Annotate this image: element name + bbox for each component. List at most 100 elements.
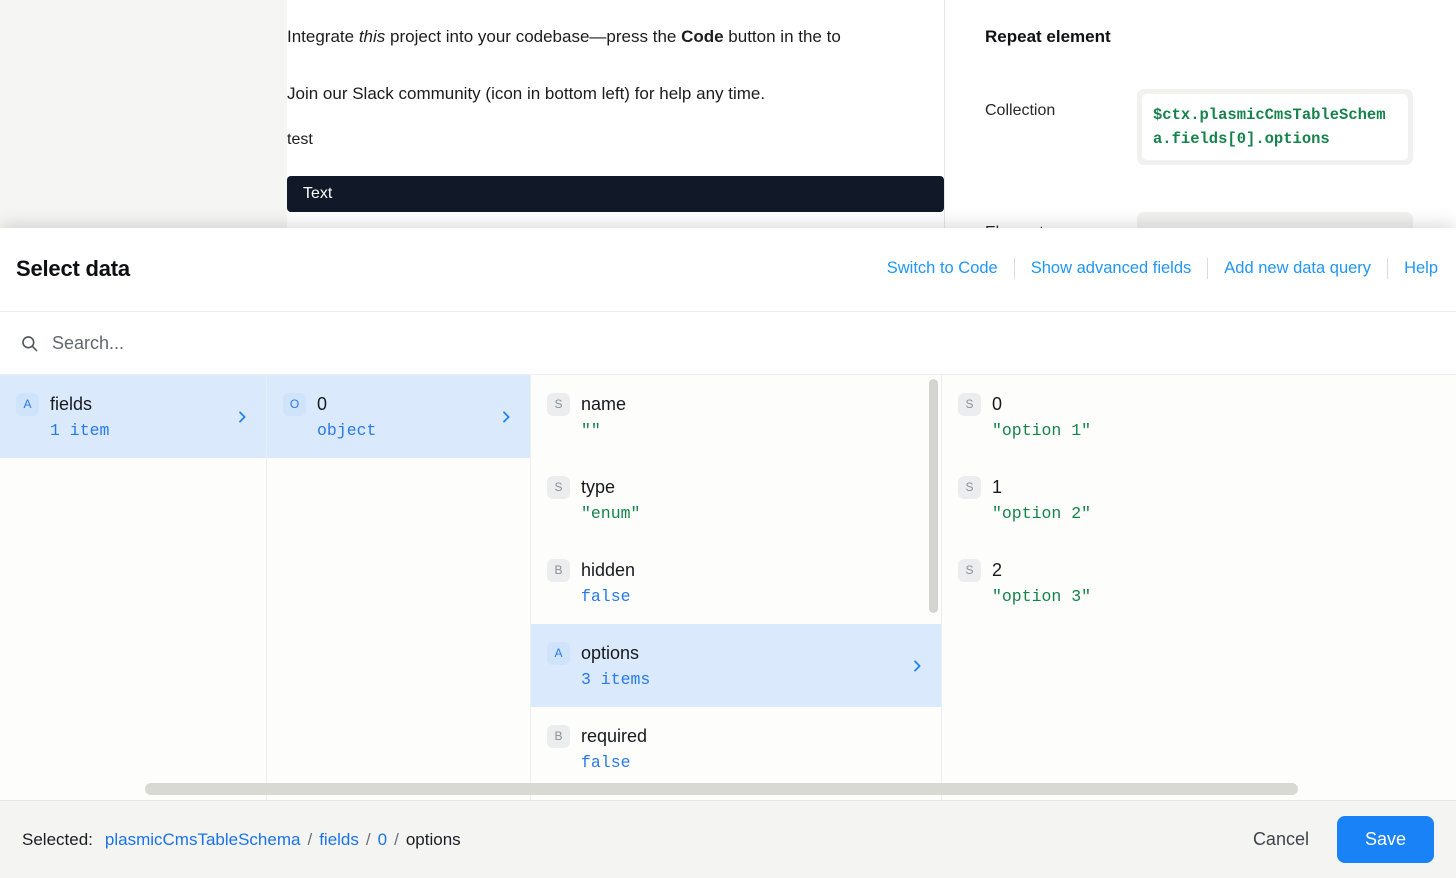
row-content: S 2 "option 3" [958, 558, 1390, 607]
type-badge-boolean: B [547, 558, 570, 582]
row-content: S 1 "option 2" [958, 475, 1390, 524]
canvas-paragraph-1: Integrate this project into your codebas… [287, 27, 841, 46]
canvas-paragraph-2: Join our Slack community (icon in bottom… [287, 84, 766, 103]
breadcrumb-item-schema[interactable]: plasmicCmsTableSchema [105, 830, 301, 850]
search-bar[interactable] [0, 312, 1456, 375]
row-value: false [581, 752, 631, 772]
row-key: required [581, 725, 648, 746]
column-field-props: S name "" S type "enum" B hidden false A… [531, 375, 942, 800]
row-content: A fields 1 item [16, 392, 224, 441]
chevron-right-icon [234, 409, 250, 425]
row-header: A options [547, 641, 899, 665]
list-item-fields[interactable]: A fields 1 item [0, 375, 266, 458]
type-badge-array: A [547, 641, 570, 665]
row-key: name [581, 393, 627, 414]
breadcrumb-separator: / [307, 829, 313, 849]
row-key: fields [50, 393, 93, 414]
row-header: A fields [16, 392, 224, 416]
row-content: B required false [547, 724, 925, 773]
row-key: options [581, 642, 640, 663]
collection-value: $ctx.plasmicCmsTableSchema.fields[0].opt… [1142, 94, 1408, 161]
selected-label: Selected: [22, 829, 93, 849]
modal-footer: Selected: plasmicCmsTableSchema / fields… [0, 800, 1456, 878]
list-item-option-1[interactable]: S 1 "option 2" [942, 458, 1406, 541]
row-content: A options 3 items [547, 641, 899, 690]
type-badge-string: S [547, 475, 570, 499]
breadcrumb-item-fields[interactable]: fields [319, 830, 359, 850]
chevron-right-icon [498, 409, 514, 425]
breadcrumb-separator: / [394, 829, 399, 849]
row-header: S type [547, 475, 925, 499]
row-header: B required [547, 724, 925, 748]
selected-element-tag: Text [287, 176, 944, 212]
list-item-name[interactable]: S name "" [531, 375, 941, 458]
breadcrumb-separator: / [365, 829, 371, 849]
row-header: S 1 [958, 475, 1390, 499]
row-value: "enum" [581, 503, 641, 523]
row-header: S 2 [958, 558, 1390, 582]
breadcrumb-item-index[interactable]: 0 [378, 830, 387, 850]
row-content: S 0 "option 1" [958, 392, 1390, 441]
search-icon [20, 334, 39, 353]
row-value: object [317, 420, 377, 440]
column-options: S 0 "option 1" S 1 "option 2" S 2 "optio… [942, 375, 1406, 800]
type-badge-string: S [958, 392, 981, 416]
modal-header: Select data Switch to Code Show advanced… [0, 228, 1456, 312]
row-content: O 0 object [283, 392, 488, 441]
columns-strip: A fields 1 item O 0 object S name "" S t… [0, 375, 1406, 800]
select-data-modal: Select data Switch to Code Show advanced… [0, 228, 1456, 878]
row-header: O 0 [283, 392, 488, 416]
chevron-right-icon [909, 658, 925, 674]
list-item-option-2[interactable]: S 2 "option 3" [942, 541, 1406, 624]
row-content: S name "" [547, 392, 925, 441]
row-key: 0 [992, 393, 1003, 414]
row-key: type [581, 476, 616, 497]
type-badge-boolean: B [547, 724, 570, 748]
list-item-index-0[interactable]: O 0 object [267, 375, 530, 458]
row-value: "option 2" [992, 503, 1092, 523]
cancel-button[interactable]: Cancel [1247, 819, 1315, 860]
row-value: "option 1" [992, 420, 1092, 440]
show-advanced-fields-link[interactable]: Show advanced fields [1015, 259, 1208, 278]
type-badge-array: A [16, 392, 39, 416]
list-item-type[interactable]: S type "enum" [531, 458, 941, 541]
columns-horizontal-scrollbar[interactable] [145, 783, 1298, 795]
modal-title: Select data [16, 256, 130, 281]
row-value: 1 item [50, 420, 110, 440]
type-badge-string: S [958, 558, 981, 582]
add-new-data-query-link[interactable]: Add new data query [1208, 259, 1387, 278]
save-button[interactable]: Save [1336, 816, 1434, 863]
header-links: Switch to Code Show advanced fields Add … [871, 258, 1438, 279]
list-item-hidden[interactable]: B hidden false [531, 541, 941, 624]
canvas-paragraph-3: test [287, 131, 313, 148]
row-value: "option 3" [992, 586, 1092, 606]
footer-actions: Cancel Save [1247, 816, 1434, 863]
column-field-props-scrollbar[interactable] [929, 379, 938, 613]
row-content: B hidden false [547, 558, 925, 607]
row-header: B hidden [547, 558, 925, 582]
row-header: S 0 [958, 392, 1390, 416]
row-header: S name [547, 392, 925, 416]
switch-to-code-link[interactable]: Switch to Code [871, 259, 1014, 278]
list-item-required[interactable]: B required false [531, 707, 941, 790]
type-badge-string: S [958, 475, 981, 499]
screen: Integrate this project into your codebas… [0, 0, 1456, 878]
breadcrumb: plasmicCmsTableSchema / fields / 0 / opt… [105, 830, 461, 850]
breadcrumb-item-options: options [405, 829, 461, 849]
row-key: 0 [317, 393, 328, 414]
row-value: false [581, 586, 631, 606]
column-index: O 0 object [267, 375, 531, 800]
row-content: S type "enum" [547, 475, 925, 524]
columns-viewport: A fields 1 item O 0 object S name "" S t… [0, 375, 1456, 800]
row-key: 2 [992, 559, 1003, 580]
column-fields: A fields 1 item [0, 375, 267, 800]
row-key: 1 [992, 476, 1003, 497]
search-input[interactable] [52, 332, 552, 354]
type-badge-object: O [283, 392, 306, 416]
list-item-options[interactable]: A options 3 items [531, 624, 941, 707]
repeat-element-title: Repeat element [985, 27, 1111, 46]
list-item-option-0[interactable]: S 0 "option 1" [942, 375, 1406, 458]
collection-value-wrapper[interactable]: $ctx.plasmicCmsTableSchema.fields[0].opt… [1137, 89, 1413, 166]
collection-label: Collection [985, 102, 1056, 119]
help-link[interactable]: Help [1388, 259, 1438, 278]
